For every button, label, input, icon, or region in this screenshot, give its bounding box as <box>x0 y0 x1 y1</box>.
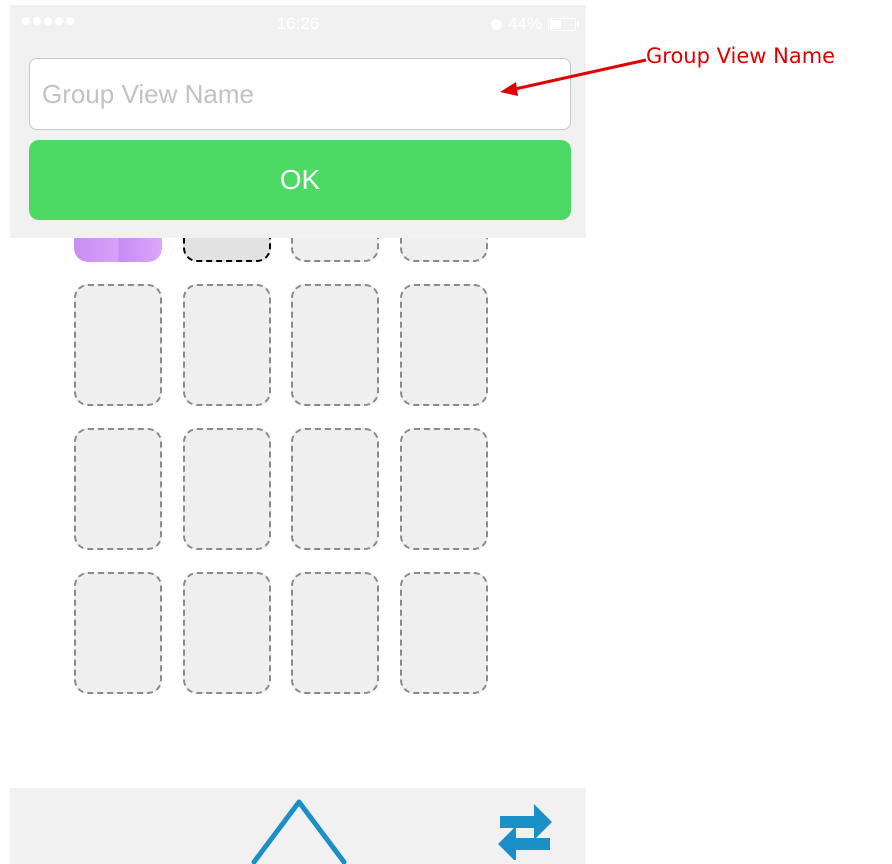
up-button[interactable] <box>244 796 354 864</box>
swap-button[interactable] <box>494 798 556 862</box>
battery-icon <box>548 17 579 31</box>
slot-empty[interactable] <box>74 428 162 550</box>
screen: 16:26 44% OK Group View Name <box>0 0 892 864</box>
slot-empty[interactable] <box>183 284 271 406</box>
slot-empty[interactable] <box>400 572 488 694</box>
annotation-label: Group View Name <box>646 44 836 68</box>
slot-empty[interactable] <box>183 428 271 550</box>
status-bar: 16:26 44% <box>10 5 586 41</box>
slot-empty[interactable] <box>74 572 162 694</box>
slot-empty[interactable] <box>400 284 488 406</box>
slot-empty[interactable] <box>291 428 379 550</box>
triangle-up-icon <box>251 799 347 864</box>
alarm-icon <box>490 18 502 30</box>
battery-percent: 44% <box>507 14 542 33</box>
status-right: 44% <box>490 14 579 34</box>
slot-empty[interactable] <box>291 572 379 694</box>
bottom-toolbar <box>10 788 586 864</box>
swap-arrows-icon <box>498 804 552 862</box>
slot-empty[interactable] <box>291 284 379 406</box>
slot-empty[interactable] <box>400 428 488 550</box>
slot-empty[interactable] <box>74 284 162 406</box>
slot-empty[interactable] <box>183 572 271 694</box>
ok-button[interactable]: OK <box>29 140 571 220</box>
annotation-arrow-icon <box>500 58 647 96</box>
